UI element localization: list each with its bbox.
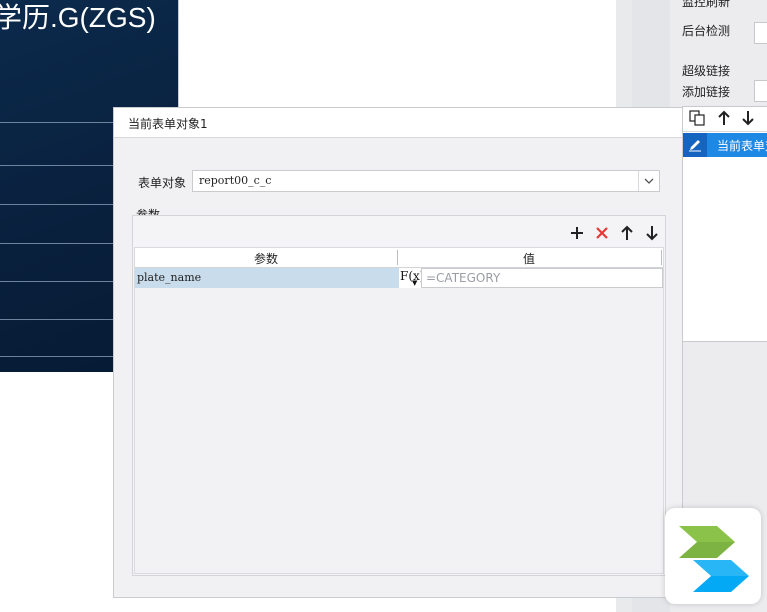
hyperlink-toolbar (683, 107, 767, 132)
dialog-title-bar: 当前表单对象1 (114, 108, 682, 138)
column-divider[interactable] (661, 250, 662, 265)
move-down-icon[interactable] (642, 223, 662, 243)
form-object-select[interactable]: report00_c_c (192, 170, 660, 192)
background-check-input[interactable] (754, 22, 767, 44)
caret-down-icon: ▼ (412, 279, 418, 287)
hyperlink-list: 当前表单对象1 (682, 106, 767, 342)
hyperlink-dialog: 当前表单对象1 表单对象 report00_c_c 参数 参数 值 plate_… (113, 107, 683, 598)
chevron-down-icon[interactable] (638, 171, 659, 191)
arrow-up-icon[interactable] (717, 110, 731, 130)
background-check-label: 后台检测 (682, 24, 731, 38)
logo-icon (679, 526, 749, 592)
column-header-param: 参数 (253, 252, 278, 266)
form-object-label: 表单对象 (138, 176, 187, 190)
table-row[interactable]: plate_name F(x) ▼ =CATEGORY (135, 268, 663, 288)
param-value-input[interactable]: =CATEGORY (421, 268, 663, 288)
add-icon[interactable] (567, 223, 587, 243)
add-link-dropdown[interactable] (754, 80, 767, 102)
hyperlink-item-label: 当前表单对象1 (717, 139, 767, 153)
delete-icon[interactable] (592, 223, 612, 243)
copy-icon[interactable] (689, 110, 705, 130)
column-header-value: 值 (522, 252, 535, 266)
arrow-down-icon[interactable] (741, 110, 755, 130)
app-logo[interactable] (665, 508, 761, 604)
form-object-value: report00_c_c (199, 174, 272, 187)
hyperlink-label: 超级链接 (682, 64, 731, 78)
params-table: 参数 值 plate_name F(x) ▼ =CATEGORY (134, 247, 664, 574)
report-title: 学历.G(ZGS) (0, 2, 156, 33)
dialog-title: 当前表单对象1 (128, 117, 208, 131)
param-name: plate_name (137, 271, 202, 284)
formula-button[interactable]: F(x) ▼ (400, 268, 424, 288)
monitor-refresh-label: 监控刷新 (682, 0, 731, 9)
params-table-header: 参数 值 (135, 248, 663, 268)
add-link-label: 添加链接 (682, 85, 731, 99)
move-up-icon[interactable] (617, 223, 637, 243)
hyperlink-item[interactable]: 当前表单对象1 (683, 133, 767, 157)
param-name-cell[interactable]: plate_name (135, 268, 399, 288)
param-value: =CATEGORY (426, 271, 501, 285)
pencil-icon[interactable] (683, 133, 707, 157)
